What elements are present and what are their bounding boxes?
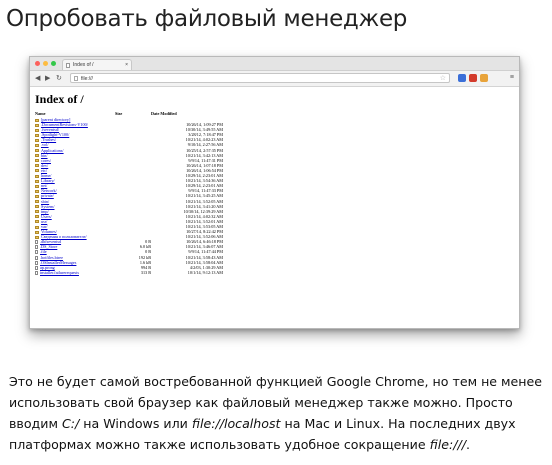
path-localhost: file://localhost <box>191 416 281 431</box>
page-heading: Опробовать файловый менеджер <box>6 6 408 32</box>
reload-icon[interactable]: ↻ <box>56 74 62 83</box>
file-icon <box>35 270 38 275</box>
folder-icon <box>35 164 39 168</box>
browser-toolbar: ◀ ▶ ↻ file:/// ☆ ≡ <box>30 71 519 87</box>
folder-icon <box>35 230 39 234</box>
browser-tab[interactable]: Index of / × <box>62 59 132 70</box>
zoom-window-icon[interactable] <box>51 61 56 66</box>
folder-icon <box>35 154 39 158</box>
folder-icon <box>35 133 39 137</box>
folder-icon <box>35 220 39 224</box>
directory-listing: Name Size Date Modified [parent director… <box>35 111 223 275</box>
address-bar[interactable]: file:/// ☆ <box>70 73 450 83</box>
minimize-window-icon[interactable] <box>43 61 48 66</box>
folder-icon <box>35 235 39 239</box>
browser-titlebar: Index of / × <box>30 57 519 71</box>
browser-screenshot: Index of / × ◀ ▶ ↻ file:/// ☆ ≡ Index of… <box>29 56 520 329</box>
page-icon <box>74 76 78 81</box>
page-icon <box>66 63 70 68</box>
extension-icon[interactable] <box>480 74 488 82</box>
paragraph-text: на Windows или <box>79 416 192 431</box>
folder-icon <box>35 123 39 127</box>
paragraph-text: . <box>465 437 470 452</box>
file-icon <box>35 250 38 255</box>
window-controls <box>35 61 56 66</box>
file-icon <box>35 255 38 260</box>
forward-icon[interactable]: ▶ <box>45 74 50 83</box>
folder-icon <box>35 189 39 193</box>
extension-icon[interactable] <box>469 74 477 82</box>
back-icon[interactable]: ◀ <box>35 74 40 83</box>
folder-icon <box>35 159 39 163</box>
folder-icon <box>35 184 39 188</box>
listing-row: installer.failurerequests 313 B 10/1/14, 9… <box>35 270 223 275</box>
folder-icon <box>35 205 39 209</box>
folder-icon <box>35 225 39 229</box>
folder-icon <box>35 174 39 178</box>
folder-icon <box>35 169 39 173</box>
parent-folder-icon <box>35 118 39 122</box>
close-window-icon[interactable] <box>35 61 40 66</box>
extension-icon[interactable] <box>458 74 466 82</box>
path-shortcut: file:/// <box>429 437 466 452</box>
folder-icon <box>35 138 39 142</box>
description-paragraph: Это не будет самой востребованной функци… <box>9 371 549 455</box>
folder-icon <box>35 194 39 198</box>
folder-icon <box>35 215 39 219</box>
listing-size-cell: 313 B <box>140 269 151 275</box>
index-title: Index of / <box>35 92 84 106</box>
tab-close-icon[interactable]: × <box>125 60 128 71</box>
address-bar-url: file:/// <box>81 76 93 82</box>
bookmark-star-icon[interactable]: ☆ <box>440 74 446 84</box>
folder-icon <box>35 149 39 153</box>
path-windows: C:/ <box>61 416 80 431</box>
folder-icon <box>35 179 39 183</box>
listing-date-cell: 10/1/14, 9:12:13 AM <box>187 269 223 275</box>
menu-icon[interactable]: ≡ <box>510 74 514 82</box>
tab-title: Index of / <box>73 62 94 68</box>
folder-icon <box>35 210 39 214</box>
listing-link[interactable]: installer.failurerequests <box>40 270 79 275</box>
folder-icon <box>35 144 39 147</box>
page-content: Index of / Name Size Date Modified [pare… <box>30 87 519 275</box>
folder-icon <box>35 200 39 204</box>
listing-name-cell: installer.failurerequests <box>35 270 115 275</box>
folder-icon <box>35 128 39 132</box>
